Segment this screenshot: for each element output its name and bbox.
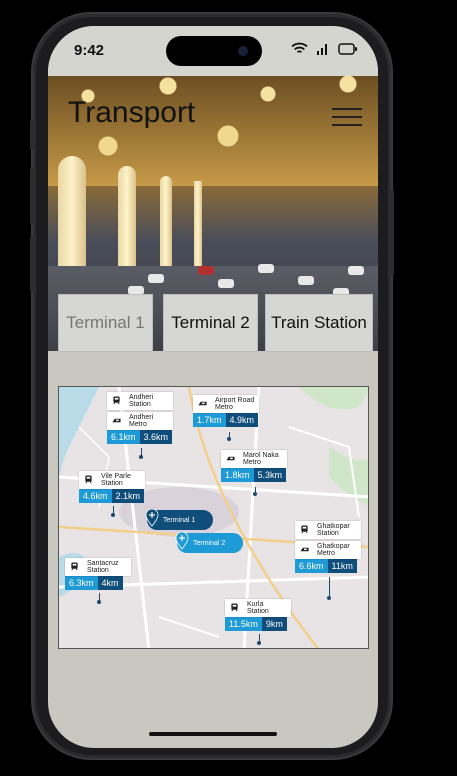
camera-icon [238,46,248,56]
metro-icon [112,418,121,423]
station-card-andheri[interactable]: Andheri Station Andheri Metro 6.1km 3.6k… [107,392,173,444]
station-label: Ghatkopar Station [295,521,361,539]
map-pin [111,513,115,517]
station-label: Ghatkopar Metro [295,541,361,559]
station-label: Andheri Station [107,392,173,410]
station-card-marol-naka[interactable]: Marol Naka Metro 1.8km 5.3km [221,450,287,482]
mute-switch [30,120,34,150]
distance-terminal-2: 4.9km [225,413,259,427]
dynamic-island [166,36,262,66]
distance-terminal-1: 6.3km [65,576,98,590]
station-label: Kurla Station [225,599,291,617]
station-name: Airport Road Metro [215,397,255,411]
wifi-icon [291,42,308,53]
distance-row: 6.6km 11km [295,559,361,573]
distance-terminal-1: 6.1km [107,430,140,444]
page-title: Transport [68,96,196,129]
station-name: Ghatkopar Station [317,523,350,537]
tab-train-station[interactable]: Train Station [265,294,373,352]
distance-terminal-2: 5.3km [253,468,287,482]
terminal-label: Terminal 1 [163,516,196,524]
map-pin [257,641,261,645]
distance-terminal-1: 6.6km [295,559,328,573]
distance-terminal-1: 1.7km [193,413,226,427]
volume-down-button [30,236,34,292]
station-label: Andheri Metro [107,412,173,430]
terminal-tabs: Terminal 1 Terminal 2 Train Station [58,294,373,352]
station-label: Santacruz Station [65,558,131,576]
tab-terminal-2[interactable]: Terminal 2 [163,294,258,352]
tab-terminal-1[interactable]: Terminal 1 [58,294,153,352]
station-card-santacruz[interactable]: Santacruz Station 6.3km 4km [65,558,131,590]
metro-icon [226,456,235,461]
status-bar: 9:42 [48,26,378,76]
train-icon [71,562,78,571]
station-label: Airport Road Metro [193,395,259,413]
train-icon [301,525,308,534]
distance-terminal-1: 4.6km [79,489,112,503]
station-card-ghatkopar[interactable]: Ghatkopar Station Ghatkopar Metro 6.6km … [295,521,361,573]
train-icon [113,396,120,405]
distance-terminal-1: 1.8km [221,468,254,482]
distance-terminal-2: 3.6km [139,430,173,444]
map-pin [227,437,231,441]
screen: 9:42 Transport Terminal 1 Terminal 2 Tra… [48,26,378,748]
status-time: 9:42 [74,42,105,59]
map-pin [327,596,331,600]
distance-row: 1.8km 5.3km [221,468,287,482]
station-card-kurla[interactable]: Kurla Station 11.5km 9km [225,599,291,631]
distance-terminal-2: 11km [327,559,357,573]
map-pin [139,455,143,459]
station-name: Santacruz Station [87,560,119,574]
status-icons [291,42,358,55]
transport-map[interactable]: Andheri Station Andheri Metro 6.1km 3.6k… [58,386,369,649]
train-icon [231,603,238,612]
distance-row: 4.6km 2.1km [79,489,145,503]
distance-terminal-1: 11.5km [225,617,262,631]
station-name: Vile Parle Station [101,473,131,487]
train-icon [85,475,92,484]
station-label: Marol Naka Metro [221,450,287,468]
station-name: Marol Naka Metro [243,452,279,466]
cellular-signal-icon [317,44,327,55]
distance-terminal-2: 4km [97,576,123,590]
metro-icon [300,547,309,552]
airport-pin-icon [175,532,189,550]
airport-pin-icon [145,509,159,527]
terminal-label: Terminal 2 [193,539,226,547]
distance-terminal-2: 2.1km [111,489,145,503]
station-card-vile-parle[interactable]: Vile Parle Station 4.6km 2.1km [79,471,145,503]
station-name: Kurla Station [247,601,269,615]
station-name: Andheri Station [129,394,154,408]
terminal-ceiling [48,76,378,186]
station-label: Vile Parle Station [79,471,145,489]
distance-row: 1.7km 4.9km [193,413,259,427]
hamburger-menu-icon[interactable] [332,106,362,128]
map-pin [253,492,257,496]
map-pin [97,600,101,604]
distance-row: 6.1km 3.6km [107,430,173,444]
power-button [390,190,394,276]
distance-row: 6.3km 4km [65,576,131,590]
station-name: Andheri Metro [129,414,154,428]
volume-up-button [30,168,34,224]
home-indicator[interactable] [149,732,277,736]
battery-icon [338,43,357,55]
metro-icon [198,401,207,406]
station-card-airport-road[interactable]: Airport Road Metro 1.7km 4.9km [193,395,259,427]
station-name: Ghatkopar Metro [317,543,350,557]
distance-row: 11.5km 9km [225,617,291,631]
distance-terminal-2: 9km [261,617,287,631]
